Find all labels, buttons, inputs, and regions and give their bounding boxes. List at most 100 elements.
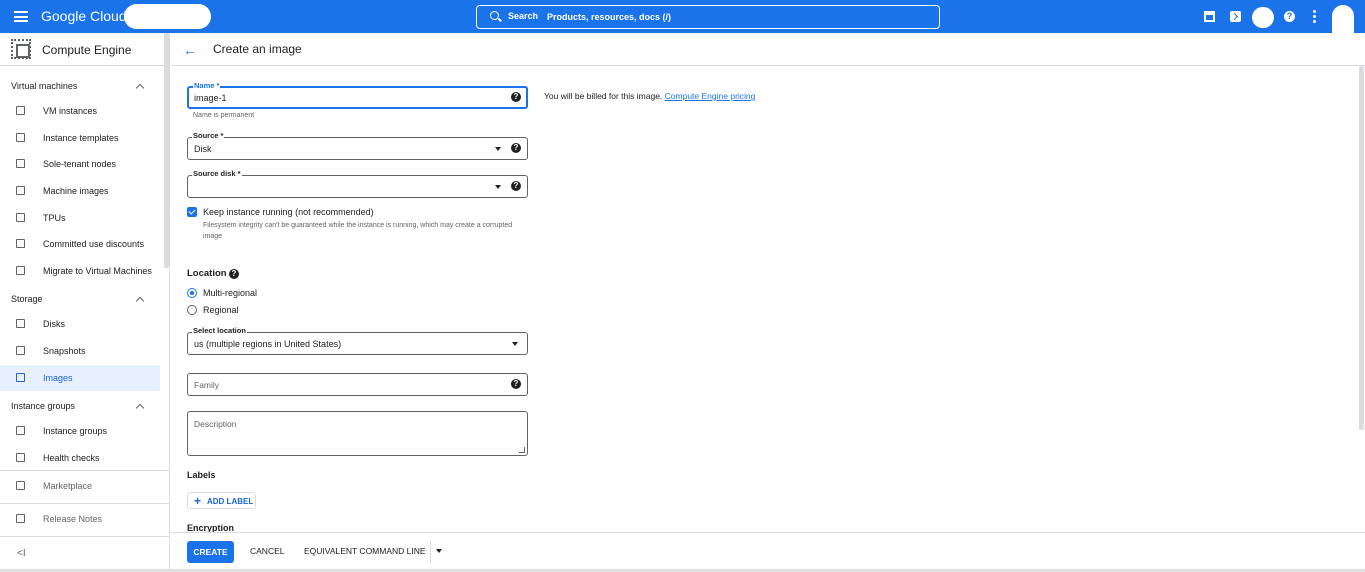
description-placeholder: Description [194, 419, 237, 429]
sidebar-item-disks[interactable]: Disks [0, 311, 160, 337]
sidebar-item-snapshots[interactable]: Snapshots [0, 338, 160, 364]
equivalent-command-line-button[interactable]: EQUIVALENT COMMAND LINE [304, 546, 426, 556]
chevron-down-icon[interactable] [436, 549, 442, 553]
sidebar-item-label: Release Notes [43, 514, 103, 524]
sidebar-item-tpus[interactable]: TPUs [0, 205, 160, 231]
help-icon[interactable]: ? [511, 92, 521, 102]
description-textarea[interactable]: Description [187, 411, 528, 456]
sidebar-item-label: Marketplace [43, 481, 93, 491]
section-virtual-machines[interactable]: Virtual machines [11, 81, 77, 91]
radio-multi-regional[interactable] [187, 288, 197, 298]
cancel-button[interactable]: CANCEL [250, 546, 284, 556]
sidebar-item-label: Machine images [43, 186, 109, 196]
name-value: image-1 [194, 93, 227, 103]
help-icon[interactable]: ? [511, 143, 521, 153]
migrate-icon [16, 266, 25, 275]
add-label-button[interactable]: + ADD LABEL [187, 492, 256, 509]
plus-icon: + [194, 494, 202, 508]
instance-templates-icon [16, 133, 25, 142]
cart-icon [16, 481, 25, 490]
menu-icon[interactable] [14, 11, 28, 22]
google-cloud-logo[interactable]: Google Cloud [41, 8, 127, 24]
help-icon[interactable]: ? [511, 181, 521, 191]
compute-engine-pricing-link[interactable]: Compute Engine pricing [665, 91, 756, 101]
divider [430, 541, 431, 563]
action-bar: CREATE CANCEL EQUIVALENT COMMAND LINE [171, 532, 1365, 570]
main-scrollbar[interactable] [1359, 66, 1364, 430]
notifications-icon[interactable] [1252, 7, 1274, 28]
sidebar-header: Compute Engine [0, 33, 170, 66]
add-label-text: ADD LABEL [207, 497, 254, 506]
sidebar-item-sole-tenant-nodes[interactable]: Sole-tenant nodes [0, 151, 160, 177]
search-placeholder: Products, resources, docs (/) [547, 12, 672, 22]
cloud-shell-icon[interactable] [1230, 11, 1241, 22]
sidebar-item-label: Snapshots [43, 346, 86, 356]
name-field[interactable]: Name * image-1 ? [187, 81, 528, 109]
sidebar-item-instance-templates[interactable]: Instance templates [0, 125, 160, 151]
sidebar-item-label: Health checks [43, 453, 100, 463]
labels-heading: Labels [187, 470, 216, 480]
keep-running-label[interactable]: Keep instance running (not recommended) [203, 207, 374, 217]
sidebar-item-machine-images[interactable]: Machine images [0, 178, 160, 204]
images-icon [16, 373, 25, 382]
search-label: Search [508, 11, 539, 21]
section-storage[interactable]: Storage [11, 294, 43, 304]
source-disk-select[interactable]: Source disk * ? [187, 169, 528, 198]
sidebar-item-label: Disks [43, 319, 65, 329]
search-bar[interactable]: Search Products, resources, docs (/) [476, 5, 940, 29]
radio-regional[interactable] [187, 305, 197, 315]
back-arrow-icon[interactable]: ← [183, 42, 197, 58]
radio-regional-label[interactable]: Regional [203, 305, 239, 315]
notes-icon [16, 514, 25, 523]
chevron-up-icon[interactable] [135, 296, 145, 306]
source-label: Source * [192, 131, 225, 140]
project-picker[interactable] [124, 4, 211, 29]
section-instance-groups[interactable]: Instance groups [11, 401, 75, 411]
machine-images-icon [16, 186, 25, 195]
sidebar-scrollbar[interactable] [164, 33, 169, 268]
sidebar-item-release-notes[interactable]: Release Notes [0, 506, 160, 532]
instance-groups-icon [16, 426, 25, 435]
billing-note: You will be billed for this image. Compu… [544, 91, 755, 101]
chevron-up-icon[interactable] [135, 403, 145, 413]
sidebar-item-health-checks[interactable]: Health checks [0, 445, 160, 471]
family-placeholder: Family [194, 380, 220, 390]
divider [0, 536, 170, 537]
create-button[interactable]: CREATE [187, 541, 234, 563]
source-select[interactable]: Source * Disk ? [187, 131, 528, 160]
sidebar-item-images[interactable]: Images [0, 365, 160, 391]
divider [0, 503, 170, 504]
radio-multi-regional-label[interactable]: Multi-regional [203, 288, 257, 298]
source-disk-label: Source disk * [192, 169, 242, 178]
chevron-up-icon[interactable] [135, 83, 145, 93]
keep-running-checkbox[interactable] [187, 207, 197, 217]
sidebar-item-vm-instances[interactable]: VM instances [0, 98, 160, 124]
sidebar-item-label: Instance templates [43, 133, 119, 143]
sidebar-item-label: TPUs [43, 213, 66, 223]
help-icon[interactable]: ? [229, 269, 239, 279]
sidebar-item-label: Migrate to Virtual Machines [43, 266, 152, 276]
top-app-bar: Google Cloud Search Products, resources,… [0, 0, 1365, 33]
sidebar-item-instance-groups[interactable]: Instance groups [0, 418, 160, 444]
divider [0, 470, 170, 471]
collapse-sidebar-icon[interactable]: <I [17, 548, 26, 559]
help-icon[interactable]: ? [1284, 11, 1295, 22]
keep-running-subtext: Filesystem integrity can't be guaranteed… [203, 222, 513, 240]
resize-handle[interactable] [519, 447, 525, 453]
help-icon[interactable]: ? [511, 379, 521, 389]
gift-icon[interactable] [1204, 11, 1215, 22]
family-input[interactable]: Family ? [187, 373, 528, 396]
source-value: Disk [194, 144, 212, 154]
vm-instances-icon [16, 106, 25, 115]
sidebar-item-migrate[interactable]: Migrate to Virtual Machines [0, 258, 160, 284]
sidebar-item-committed-use-discounts[interactable]: Committed use discounts [0, 231, 160, 257]
sidebar-title: Compute Engine [42, 43, 132, 57]
location-heading: Location [187, 268, 227, 279]
select-location-label: Select location [192, 326, 247, 335]
sidebar-item-marketplace[interactable]: Marketplace [0, 473, 160, 499]
dropdown-arrow-icon [495, 147, 501, 151]
more-vert-icon[interactable] [1313, 10, 1316, 23]
select-location-value: us (multiple regions in United States) [194, 339, 342, 349]
select-location[interactable]: Select location us (multiple regions in … [187, 326, 528, 355]
avatar[interactable] [1332, 5, 1354, 33]
